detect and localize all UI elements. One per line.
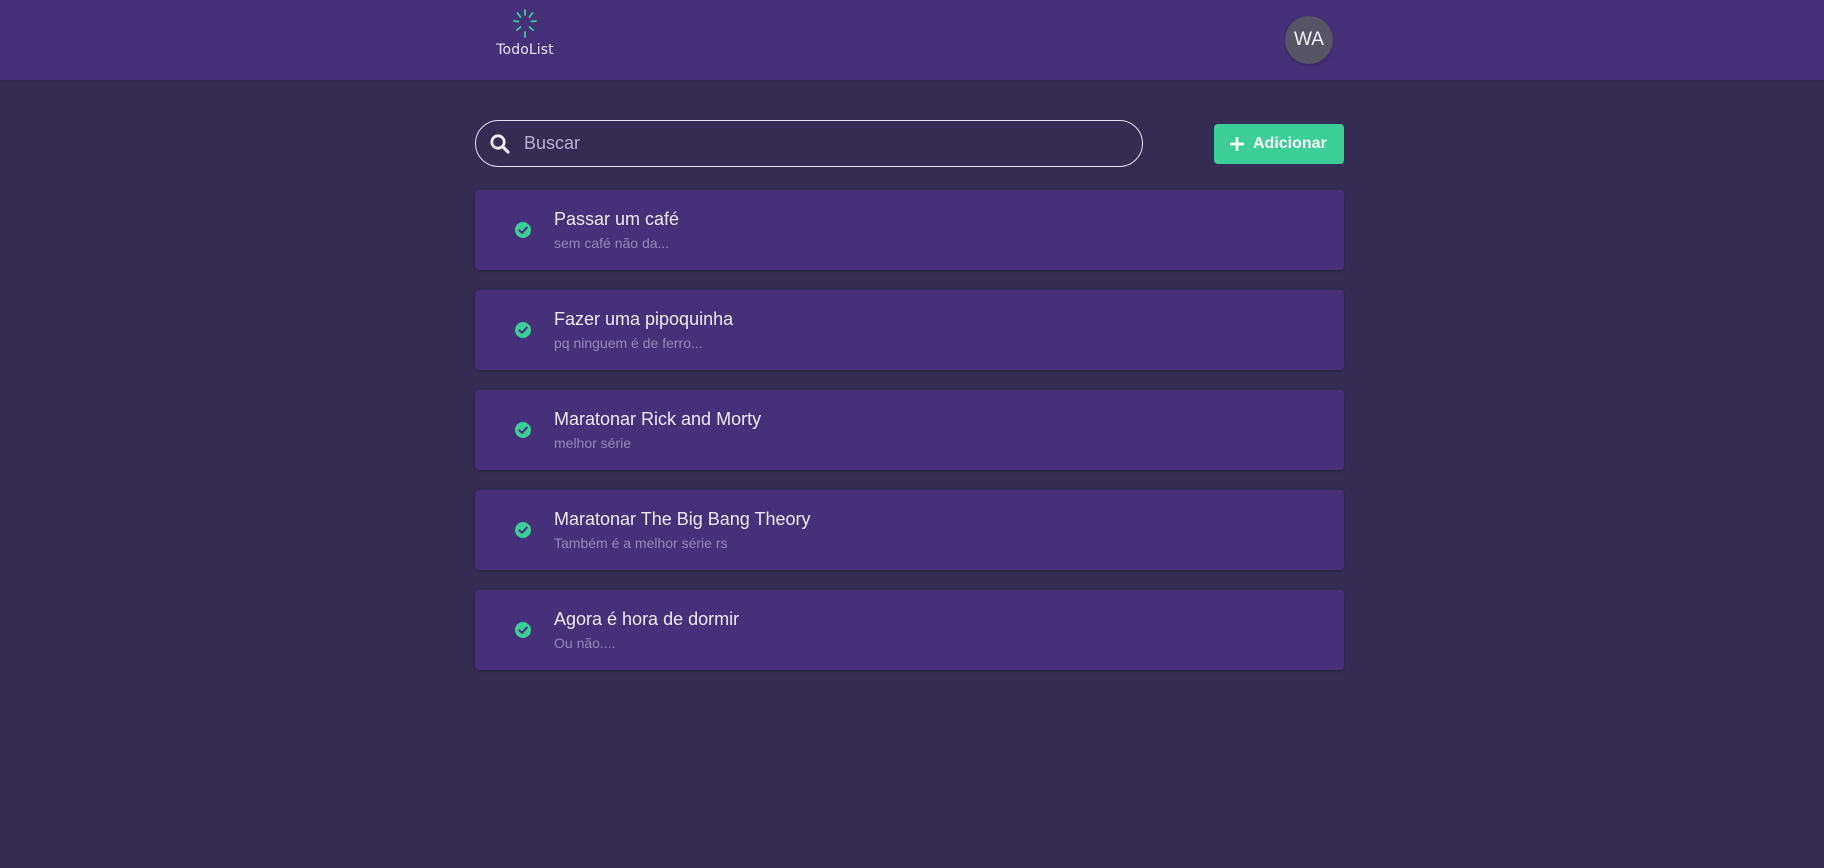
check-circle-icon[interactable] bbox=[515, 222, 531, 238]
check-circle-icon[interactable] bbox=[515, 622, 531, 638]
check-circle-icon[interactable] bbox=[515, 522, 531, 538]
todo-list: Passar um café sem café não da... Fazer … bbox=[475, 190, 1344, 690]
todo-title: Maratonar Rick and Morty bbox=[554, 409, 762, 429]
todo-title: Fazer uma pipoquinha bbox=[554, 309, 734, 329]
add-todo-label: Adicionar bbox=[1253, 135, 1327, 152]
check-circle-icon[interactable] bbox=[515, 422, 531, 438]
plus-icon bbox=[1230, 137, 1244, 151]
spinner-logo-icon bbox=[513, 9, 537, 38]
todo-title: Agora é hora de dormir bbox=[554, 609, 740, 629]
todo-item[interactable]: Maratonar Rick and Morty melhor série bbox=[475, 390, 1344, 470]
check-circle-icon[interactable] bbox=[515, 322, 531, 338]
todo-description: sem café não da... bbox=[554, 235, 670, 251]
todo-item[interactable]: Maratonar The Big Bang Theory Também é a… bbox=[475, 490, 1344, 570]
todo-item[interactable]: Passar um café sem café não da... bbox=[475, 190, 1344, 270]
todo-title: Maratonar The Big Bang Theory bbox=[554, 509, 811, 529]
todo-description: Também é a melhor série rs bbox=[554, 535, 728, 551]
add-todo-button[interactable]: Adicionar bbox=[1214, 124, 1344, 164]
todo-description: pq ninguem é de ferro... bbox=[554, 335, 703, 351]
search-icon bbox=[490, 134, 510, 154]
app-name: TodoList bbox=[496, 42, 554, 58]
todo-description: Ou não.... bbox=[554, 635, 616, 651]
app-logo[interactable]: TodoList bbox=[494, 8, 556, 62]
search-bar[interactable] bbox=[475, 120, 1143, 167]
todo-description: melhor série bbox=[554, 435, 632, 451]
todo-item[interactable]: Agora é hora de dormir Ou não.... bbox=[475, 590, 1344, 670]
user-avatar[interactable]: WA bbox=[1285, 16, 1333, 64]
search-input[interactable] bbox=[524, 121, 1124, 165]
top-header: TodoList WA bbox=[0, 0, 1824, 80]
todo-title: Passar um café bbox=[554, 209, 680, 229]
todo-item[interactable]: Fazer uma pipoquinha pq ninguem é de fer… bbox=[475, 290, 1344, 370]
